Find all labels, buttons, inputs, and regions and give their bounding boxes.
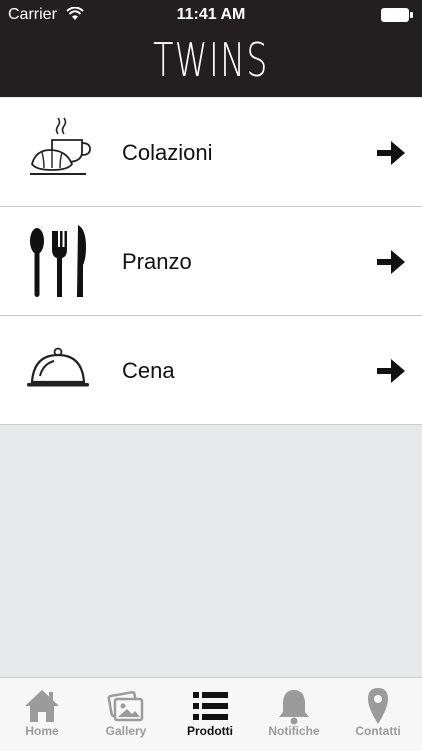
tab-home[interactable]: Home: [0, 678, 84, 751]
cloche-icon: [27, 347, 89, 387]
category-label: Cena: [122, 358, 175, 383]
tab-label: Home: [25, 724, 59, 738]
list-icon: [193, 692, 228, 720]
category-item-pranzo[interactable]: Pranzo: [0, 207, 422, 316]
arrow-right-icon: [377, 141, 405, 165]
tab-bar: Home Gallery Prodotti Notifiche Contatti: [0, 677, 422, 751]
tab-notifiche[interactable]: Notifiche: [252, 678, 336, 751]
home-icon: [25, 690, 59, 722]
tab-label: Prodotti: [187, 724, 233, 738]
app-header: Carrier 11:41 AM TWINS: [0, 0, 422, 97]
location-pin-icon: [368, 688, 388, 724]
tab-label: Notifiche: [268, 724, 320, 738]
category-item-cena[interactable]: Cena: [0, 316, 422, 425]
status-time: 11:41 AM: [176, 6, 246, 23]
tab-prodotti[interactable]: Prodotti: [168, 678, 252, 751]
tab-label: Gallery: [105, 724, 147, 738]
tab-contatti[interactable]: Contatti: [336, 678, 420, 751]
tab-gallery[interactable]: Gallery: [84, 678, 168, 751]
arrow-right-icon: [377, 250, 405, 274]
battery-icon: [381, 8, 413, 22]
bell-icon: [279, 690, 309, 725]
brand-title: TWINS: [153, 33, 269, 87]
gallery-icon: [107, 690, 144, 722]
category-label: Pranzo: [122, 249, 192, 274]
category-label: Colazioni: [122, 140, 213, 165]
coffee-croissant-icon: [30, 117, 91, 175]
cutlery-icon: [30, 225, 86, 297]
arrow-right-icon: [377, 359, 405, 383]
category-list: Colazioni Pranzo Cena: [0, 98, 422, 425]
category-item-colazioni[interactable]: Colazioni: [0, 98, 422, 207]
tab-label: Contatti: [355, 724, 401, 738]
status-bar: Carrier 11:41 AM: [0, 0, 422, 30]
